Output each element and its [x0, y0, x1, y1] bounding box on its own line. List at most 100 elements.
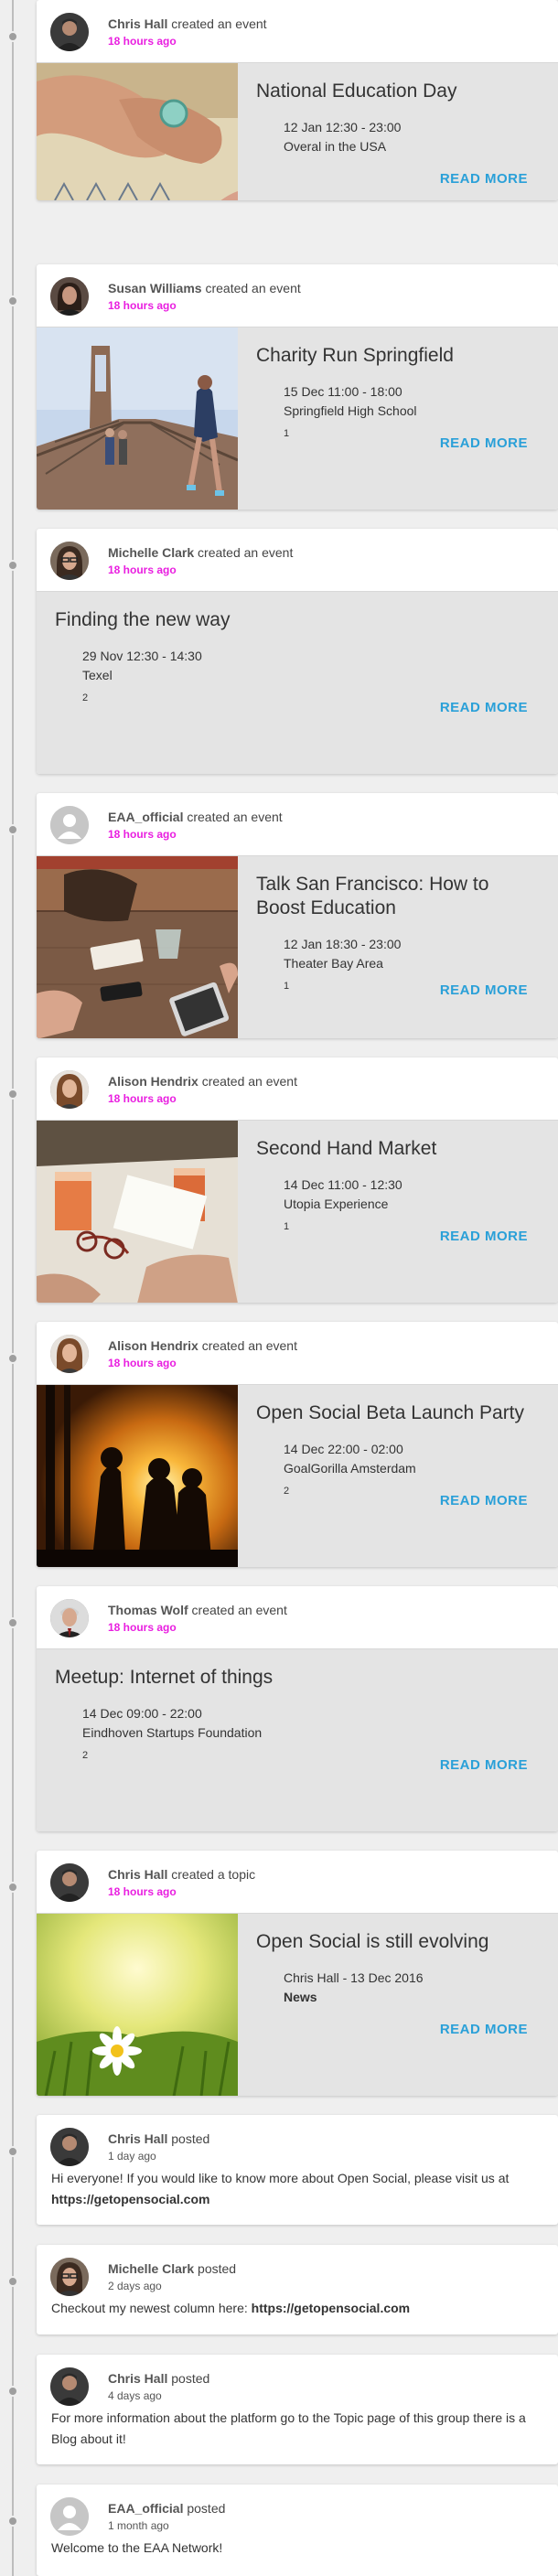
event-meta: 14 Dec 22:00 - 02:00 GoalGorilla Amsterd… — [284, 1440, 540, 1478]
activity-time: 18 hours ago — [108, 564, 177, 576]
actor-name[interactable]: Michelle Clark — [108, 545, 194, 560]
event-thumbnail[interactable] — [37, 856, 238, 1038]
topic-meta: Chris Hall - 13 Dec 2016 News — [284, 1969, 540, 2007]
event-title[interactable]: Second Hand Market — [256, 1137, 540, 1161]
card-header: Susan Williams created an event 18 hours… — [37, 264, 558, 327]
read-more-link[interactable]: READ MORE — [440, 1493, 528, 1554]
topic-title[interactable]: Open Social is still evolving — [256, 1930, 540, 1954]
avatar[interactable] — [50, 1599, 89, 1637]
event-card: Thomas Wolf created an event 18 hours ag… — [37, 1586, 558, 1831]
event-thumbnail[interactable] — [37, 63, 238, 200]
event-title[interactable]: Finding the new way — [55, 608, 540, 632]
avatar[interactable] — [50, 2128, 89, 2166]
topic-byline: Chris Hall - 13 Dec 2016 — [284, 1970, 424, 1985]
event-date: 15 Dec 11:00 - 18:00 — [284, 384, 402, 399]
read-more-link[interactable]: READ MORE — [440, 700, 528, 761]
timeline-dot — [7, 1617, 18, 1628]
event-date: 14 Dec 22:00 - 02:00 — [284, 1442, 403, 1456]
avatar[interactable] — [50, 277, 89, 316]
event-card: EAA_official created an event 18 hours a… — [37, 793, 558, 1038]
event-body[interactable]: Meetup: Internet of things 14 Dec 09:00 … — [37, 1648, 558, 1831]
actor-name[interactable]: Chris Hall — [108, 1867, 167, 1882]
activity-headline: Alison Hendrix created an event — [108, 1338, 297, 1353]
actor-name[interactable]: EAA_official — [108, 2501, 183, 2516]
activity-action: created an event — [205, 281, 301, 295]
read-more-link[interactable]: READ MORE — [440, 171, 528, 200]
card-header: Alison Hendrix created an event 18 hours… — [37, 1322, 558, 1384]
event-card: Chris Hall created an event 18 hours ago… — [37, 0, 558, 200]
actor-name[interactable]: Thomas Wolf — [108, 1603, 188, 1617]
topic-category[interactable]: News — [284, 1988, 540, 2007]
event-thumbnail[interactable] — [37, 327, 238, 510]
post-link[interactable]: https://getopensocial.com — [252, 2301, 410, 2315]
actor-name[interactable]: EAA_official — [108, 810, 183, 824]
event-body[interactable]: Charity Run Springfield 15 Dec 11:00 - 1… — [37, 327, 558, 510]
event-title[interactable]: National Education Day — [256, 80, 540, 103]
event-body[interactable]: Talk San Francisco: How to Boost Educati… — [37, 855, 558, 1038]
read-more-link[interactable]: READ MORE — [440, 982, 528, 1025]
event-thumbnail[interactable] — [37, 1385, 238, 1567]
actor-name[interactable]: Alison Hendrix — [108, 1338, 199, 1353]
actor-name[interactable]: Michelle Clark — [108, 2261, 194, 2276]
read-more-link[interactable]: READ MORE — [440, 435, 528, 497]
activity-time: 18 hours ago — [108, 299, 177, 312]
card-header: Chris Hall created a topic 18 hours ago — [37, 1851, 558, 1913]
avatar[interactable] — [50, 2367, 89, 2406]
activity-time: 18 hours ago — [108, 1357, 177, 1369]
event-date: 12 Jan 12:30 - 23:00 — [284, 120, 402, 134]
timeline-dot — [7, 1882, 18, 1893]
topic-body[interactable]: Open Social is still evolving Chris Hall… — [37, 1913, 558, 2096]
activity-headline: Susan Williams created an event — [108, 281, 301, 295]
actor-name[interactable]: Susan Williams — [108, 281, 202, 295]
activity-action: created an event — [171, 16, 267, 31]
event-body[interactable]: Finding the new way 29 Nov 12:30 - 14:30… — [37, 591, 558, 774]
event-title[interactable]: Talk San Francisco: How to Boost Educati… — [256, 873, 540, 920]
avatar[interactable] — [50, 1335, 89, 1373]
avatar[interactable] — [50, 1863, 89, 1902]
event-card: Alison Hendrix created an event 18 hours… — [37, 1057, 558, 1303]
event-content: Open Social Beta Launch Party 14 Dec 22:… — [256, 1401, 540, 1497]
card-header: Chris Hall posted 1 day ago — [37, 2115, 558, 2172]
event-body[interactable]: Open Social Beta Launch Party 14 Dec 22:… — [37, 1384, 558, 1567]
avatar[interactable] — [50, 1070, 89, 1109]
event-date: 29 Nov 12:30 - 14:30 — [82, 649, 202, 663]
event-card: Michelle Clark created an event 18 hours… — [37, 529, 558, 774]
actor-name[interactable]: Chris Hall — [108, 2131, 167, 2146]
event-body[interactable]: Second Hand Market 14 Dec 11:00 - 12:30 … — [37, 1120, 558, 1303]
event-location: Overal in the USA — [284, 139, 387, 154]
actor-name[interactable]: Alison Hendrix — [108, 1074, 199, 1089]
post-text: Welcome to the EAA Network! — [37, 2538, 558, 2573]
event-title[interactable]: Meetup: Internet of things — [55, 1666, 540, 1690]
post-link[interactable]: https://getopensocial.com — [51, 2192, 209, 2206]
event-card: Susan Williams created an event 18 hours… — [37, 264, 558, 510]
avatar[interactable] — [50, 806, 89, 844]
post-text: Checkout my newest column here: https://… — [37, 2298, 558, 2334]
post-body: Welcome to the EAA Network! — [51, 2540, 223, 2555]
read-more-link[interactable]: READ MORE — [440, 2022, 528, 2083]
event-content: Meetup: Internet of things 14 Dec 09:00 … — [55, 1666, 540, 1761]
avatar[interactable] — [50, 13, 89, 51]
read-more-link[interactable]: READ MORE — [440, 1757, 528, 1819]
event-content: National Education Day 12 Jan 12:30 - 23… — [256, 80, 540, 156]
timeline-dot — [7, 824, 18, 835]
activity-time: 1 month ago — [108, 2519, 169, 2532]
event-thumbnail[interactable] — [37, 1121, 238, 1303]
avatar[interactable] — [50, 2258, 89, 2296]
event-title[interactable]: Charity Run Springfield — [256, 344, 540, 368]
timeline-dot — [7, 2276, 18, 2287]
activity-headline: Thomas Wolf created an event — [108, 1603, 287, 1617]
activity-headline: Chris Hall created a topic — [108, 1867, 255, 1882]
timeline-dot — [7, 31, 18, 42]
topic-thumbnail[interactable] — [37, 1914, 238, 2096]
actor-name[interactable]: Chris Hall — [108, 2371, 167, 2386]
read-more-link[interactable]: READ MORE — [440, 1229, 528, 1290]
timeline-dot — [7, 2516, 18, 2527]
actor-name[interactable]: Chris Hall — [108, 16, 167, 31]
event-body[interactable]: National Education Day 12 Jan 12:30 - 23… — [37, 62, 558, 200]
activity-time: 18 hours ago — [108, 828, 177, 841]
timeline-dot — [7, 560, 18, 571]
post-body: Checkout my newest column here: — [51, 2301, 252, 2315]
event-title[interactable]: Open Social Beta Launch Party — [256, 1401, 540, 1425]
avatar[interactable] — [50, 542, 89, 580]
avatar[interactable] — [50, 2497, 89, 2536]
